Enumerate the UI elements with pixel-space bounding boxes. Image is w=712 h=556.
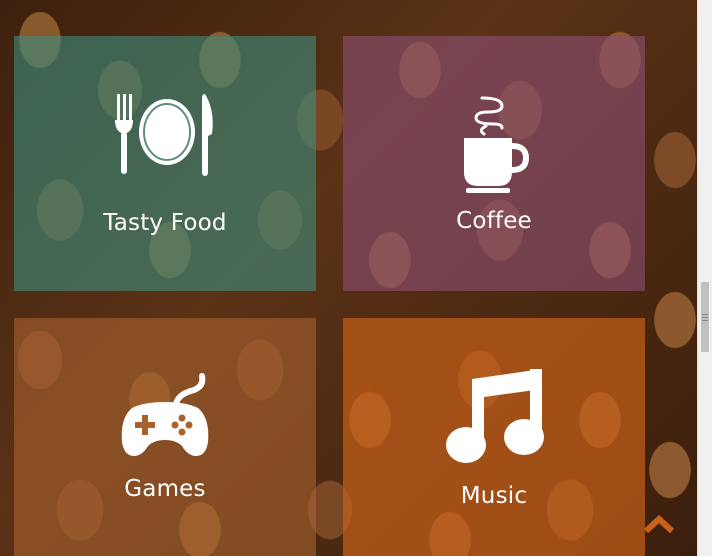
tile-games[interactable]: Games xyxy=(14,318,316,556)
back-to-top-button[interactable] xyxy=(643,513,675,535)
tile-music[interactable]: Music xyxy=(343,318,645,556)
tile-label-games: Games xyxy=(124,476,206,502)
tile-tasty-food[interactable]: Tasty Food xyxy=(14,36,316,291)
tile-label-coffee: Coffee xyxy=(456,207,532,234)
tile-label-tasty-food: Tasty Food xyxy=(103,209,227,236)
gamepad-icon xyxy=(121,373,209,456)
music-note-icon xyxy=(446,369,544,463)
scrollbar-thumb[interactable] xyxy=(701,282,709,352)
coffee-cup-icon xyxy=(464,96,530,193)
tile-coffee[interactable]: Coffee xyxy=(343,36,645,291)
scrollbar-grip xyxy=(702,314,708,315)
scrollbar-grip xyxy=(702,320,708,321)
vertical-scrollbar[interactable] xyxy=(697,0,712,556)
chevron-up-icon xyxy=(643,514,675,534)
scrollbar-grip xyxy=(702,317,708,318)
tile-label-music: Music xyxy=(460,483,528,509)
page-background: Tasty Food Coffee Games Music xyxy=(0,0,712,556)
fork-plate-knife-icon xyxy=(115,93,213,176)
